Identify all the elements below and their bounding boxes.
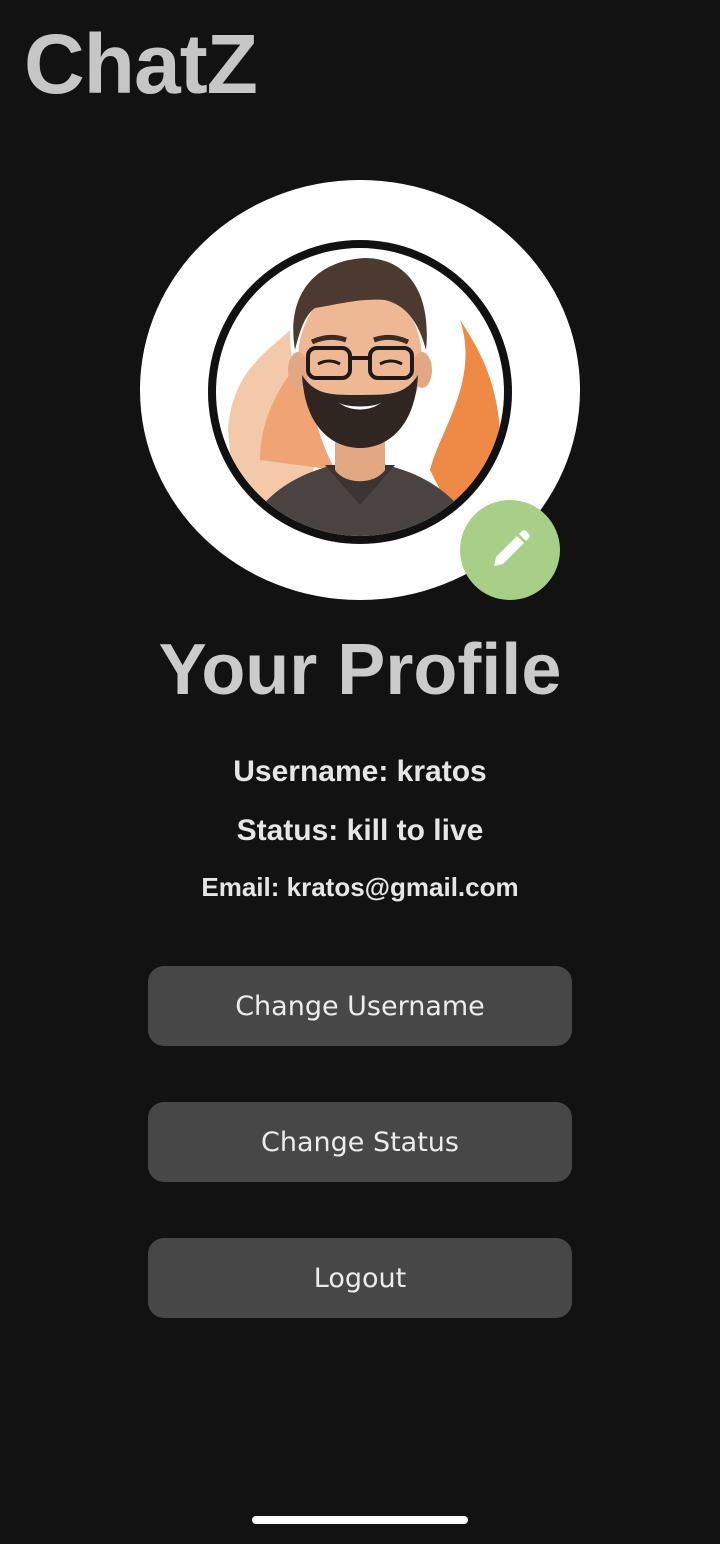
edit-avatar-button[interactable]: [460, 500, 560, 600]
email-text: Email: kratos@gmail.com: [201, 872, 519, 902]
change-status-button[interactable]: Change Status: [148, 1102, 572, 1182]
change-username-button[interactable]: Change Username: [148, 966, 572, 1046]
app-title: ChatZ: [24, 17, 258, 111]
page-title: Your Profile: [158, 630, 562, 710]
pencil-icon: [494, 530, 530, 566]
username-text: Username: kratos: [233, 755, 487, 788]
avatar-container: [140, 180, 580, 600]
home-indicator[interactable]: [252, 1516, 468, 1524]
status-text: Status: kill to live: [236, 814, 484, 847]
logout-button[interactable]: Logout: [148, 1238, 572, 1318]
